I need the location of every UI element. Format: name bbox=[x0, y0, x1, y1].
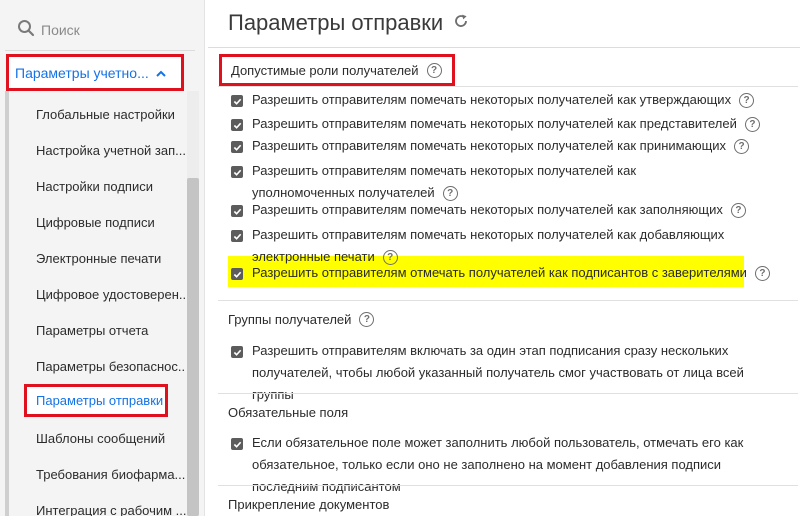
option-row-form-fillers: Разрешить отправителям помечать некоторы… bbox=[231, 202, 776, 221]
option-row-approvers: Разрешить отправителям помечать некоторы… bbox=[231, 92, 776, 111]
option-row-group-signing: Разрешить отправителям включать за один … bbox=[231, 343, 771, 406]
checkbox-checked-icon bbox=[233, 441, 241, 448]
search-placeholder: Поиск bbox=[41, 22, 80, 38]
section-divider bbox=[218, 485, 798, 486]
checkbox[interactable] bbox=[231, 438, 243, 450]
section-title-text: Прикрепление документов bbox=[228, 497, 390, 512]
checkbox-checked-icon bbox=[233, 233, 241, 240]
option-row-required-fields: Если обязательное поле может заполнить л… bbox=[231, 435, 786, 498]
sidebar: Поиск Параметры учетно... Глобальные нас… bbox=[0, 0, 205, 516]
help-icon[interactable]: ? bbox=[739, 93, 755, 109]
section-title-text: Группы получателей bbox=[228, 312, 352, 327]
checkbox[interactable] bbox=[231, 205, 243, 217]
section-title-recipient-groups: Группы получателей ? bbox=[228, 312, 375, 327]
sidebar-item-global-settings[interactable]: Глобальные настройки bbox=[36, 107, 186, 122]
sidebar-item-electronic-seals[interactable]: Электронные печати bbox=[36, 251, 186, 266]
sidebar-item-digital-signatures[interactable]: Цифровые подписи bbox=[36, 215, 186, 230]
option-row-delegates: Разрешить отправителям помечать некоторы… bbox=[231, 116, 776, 135]
checkbox-checked-icon bbox=[233, 208, 241, 215]
sidebar-section-account-settings[interactable]: Параметры учетно... bbox=[6, 54, 184, 91]
checkbox[interactable] bbox=[231, 268, 243, 280]
section-title-text: Допустимые роли получателей bbox=[231, 62, 419, 78]
search-underline bbox=[5, 50, 195, 51]
search-input[interactable]: Поиск bbox=[5, 10, 195, 50]
sidebar-scrollbar-thumb[interactable] bbox=[187, 178, 199, 516]
option-label: Разрешить отправителям помечать некоторы… bbox=[252, 89, 755, 111]
checkbox-checked-icon bbox=[233, 349, 241, 356]
checkbox-checked-icon bbox=[233, 122, 241, 129]
checkbox-checked-icon bbox=[233, 271, 241, 278]
help-icon[interactable]: ? bbox=[734, 139, 750, 155]
section-title-recipient-roles: Допустимые роли получателей ? bbox=[219, 54, 455, 86]
help-icon[interactable]: ? bbox=[730, 203, 746, 219]
help-icon[interactable]: ? bbox=[426, 62, 442, 78]
sidebar-item-security-settings[interactable]: Параметры безопаснос... bbox=[36, 359, 186, 374]
help-icon[interactable]: ? bbox=[744, 117, 760, 133]
option-row-certified-recipients: Разрешить отправителям помечать некоторы… bbox=[231, 163, 721, 204]
sidebar-item-biopharma[interactable]: Требования биофарма... bbox=[36, 467, 186, 482]
section-divider bbox=[218, 86, 798, 87]
title-divider bbox=[208, 47, 800, 48]
page-title: Параметры отправки bbox=[228, 10, 444, 35]
option-row-notarized-signers: Разрешить отправителям отмечать получате… bbox=[231, 265, 776, 284]
help-icon[interactable]: ? bbox=[359, 312, 375, 327]
option-row-acceptors: Разрешить отправителям помечать некоторы… bbox=[231, 138, 776, 157]
checkbox-checked-icon bbox=[233, 144, 241, 151]
sidebar-item-label: Параметры отправки bbox=[36, 393, 164, 408]
sidebar-item-report-settings[interactable]: Параметры отчета bbox=[36, 323, 186, 338]
option-label: Разрешить отправителям отмечать получате… bbox=[252, 262, 770, 284]
option-label: Разрешить отправителям помечать некоторы… bbox=[252, 135, 750, 157]
option-label: Разрешить отправителям помечать некоторы… bbox=[252, 163, 637, 202]
help-icon[interactable]: ? bbox=[754, 266, 770, 282]
section-title-required-fields: Обязательные поля bbox=[228, 405, 348, 420]
checkbox[interactable] bbox=[231, 119, 243, 131]
checkbox-checked-icon bbox=[233, 169, 241, 176]
option-label: Разрешить отправителям помечать некоторы… bbox=[252, 199, 746, 221]
sidebar-item-message-templates[interactable]: Шаблоны сообщений bbox=[36, 431, 186, 446]
checkbox[interactable] bbox=[231, 230, 243, 242]
option-label: Разрешить отправителям включать за один … bbox=[252, 343, 744, 402]
sidebar-item-workflow-integration[interactable]: Интеграция с рабочим ... bbox=[36, 503, 186, 516]
section-divider bbox=[218, 393, 798, 394]
sidebar-section-label: Параметры учетно... bbox=[15, 64, 149, 81]
sidebar-item-send-settings[interactable]: Параметры отправки bbox=[24, 384, 168, 417]
section-divider bbox=[218, 300, 798, 301]
checkbox-checked-icon bbox=[233, 98, 241, 105]
section-title-document-attachment: Прикрепление документов bbox=[228, 497, 389, 512]
checkbox[interactable] bbox=[231, 141, 243, 153]
search-icon bbox=[17, 19, 35, 42]
option-label: Разрешить отправителям помечать некоторы… bbox=[252, 113, 760, 135]
refresh-icon[interactable] bbox=[453, 13, 469, 29]
option-label: Если обязательное поле может заполнить л… bbox=[252, 435, 744, 494]
section-title-text: Обязательные поля bbox=[228, 405, 349, 420]
sidebar-item-signature-settings[interactable]: Настройки подписи bbox=[36, 179, 186, 194]
main-content: Параметры отправки Допустимые роли получ… bbox=[206, 0, 800, 516]
sidebar-item-account-setup[interactable]: Настройка учетной зап... bbox=[36, 143, 186, 158]
sidebar-item-digital-identity[interactable]: Цифровое удостоверен... bbox=[36, 287, 186, 302]
chevron-up-icon[interactable] bbox=[155, 67, 167, 79]
checkbox[interactable] bbox=[231, 346, 243, 358]
checkbox[interactable] bbox=[231, 95, 243, 107]
sidebar-subsection-rule bbox=[5, 91, 9, 516]
checkbox[interactable] bbox=[231, 166, 243, 178]
